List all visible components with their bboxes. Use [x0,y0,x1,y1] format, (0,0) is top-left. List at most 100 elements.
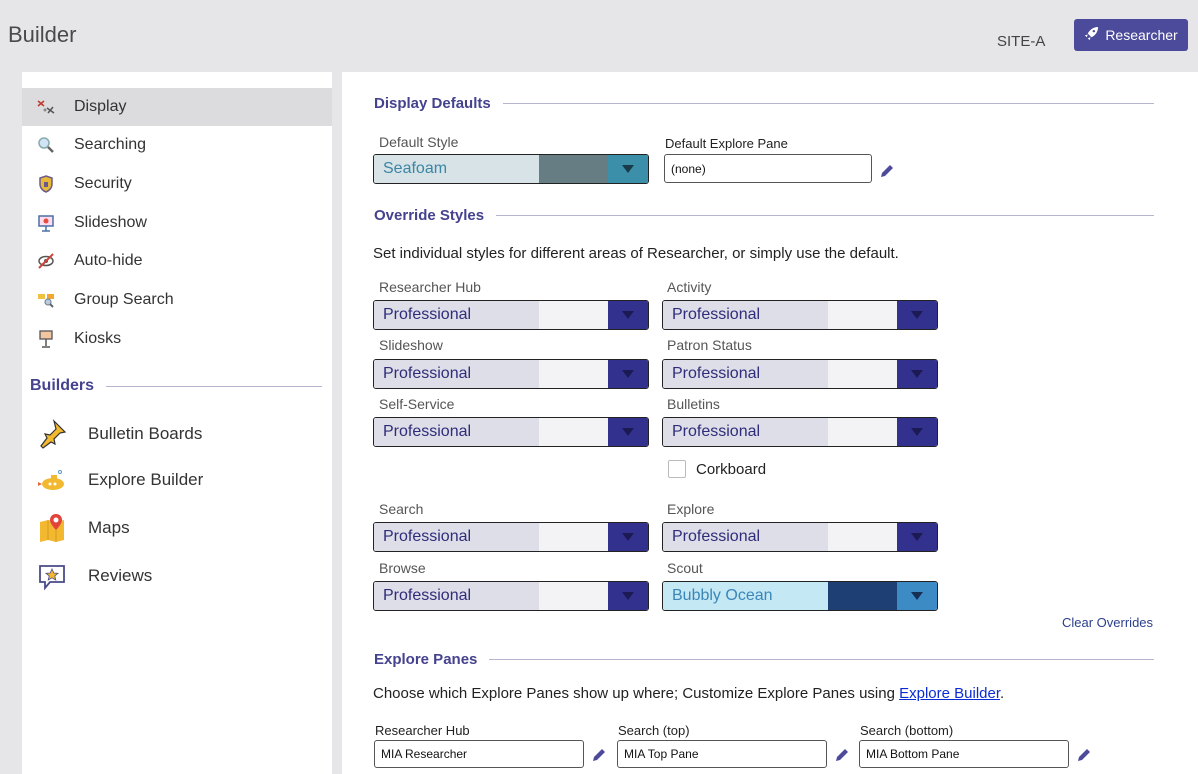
sidebar-item-label: Auto-hide [74,252,143,269]
clear-overrides-link[interactable]: Clear Overrides [1062,615,1153,630]
builders-heading: Builders [30,374,322,398]
sidebar-item-group-search[interactable]: Group Search [22,281,332,319]
sidebar-item-label: Slideshow [74,214,147,231]
pencil-icon[interactable] [833,746,851,764]
search-style-label: Search [379,501,424,517]
sidebar-item-label: Kiosks [74,330,122,347]
activity-style-select[interactable]: Professional [662,300,938,330]
search-style-select[interactable]: Professional [373,522,649,552]
style-swatch [827,360,898,388]
shield-icon [36,174,56,194]
explore-panes-description: Choose which Explore Panes show up where… [373,685,1005,702]
search-bottom-pane-label: Search (bottom) [860,723,954,738]
corkboard-label: Corkboard [696,461,767,478]
search-bottom-pane-input[interactable]: MIA Bottom Pane [859,740,1069,768]
group-search-icon [36,290,56,310]
display-defaults-heading: Display Defaults [374,93,1154,113]
sidebar-item-label: Maps [88,518,130,537]
sidebar-item-display[interactable]: Display [22,88,332,126]
map-pin-icon [36,512,68,544]
style-swatch [827,301,898,329]
browse-style-label: Browse [379,560,426,576]
explore-style-select[interactable]: Professional [662,522,938,552]
display-icon [36,97,56,117]
divider [489,658,1154,660]
sidebar-item-label: Bulletin Boards [88,424,203,443]
sidebar-item-label: Reviews [88,566,153,585]
chevron-down-icon [897,523,937,551]
bulletins-style-select[interactable]: Professional [662,417,938,447]
page-title: Builder [8,22,77,47]
explore-style-label: Explore [667,501,715,517]
activity-style-label: Activity [667,279,712,295]
chevron-down-icon [608,418,648,446]
style-swatch [538,301,609,329]
pencil-icon[interactable] [878,162,896,180]
kiosk-icon [36,329,56,349]
sidebar-item-searching[interactable]: Searching [22,126,332,164]
sidebar-item-label: Group Search [74,291,174,308]
researcher-button[interactable]: Researcher [1074,19,1188,51]
bulletins-style-label: Bulletins [667,396,720,412]
magnifier-icon [36,135,56,155]
chevron-down-icon [608,582,648,610]
override-styles-description: Set individual styles for different area… [373,245,899,262]
style-swatch [827,418,898,446]
style-swatch [538,582,609,610]
style-swatch [538,523,609,551]
presentation-icon [36,213,56,233]
chevron-down-icon [897,360,937,388]
chevron-down-icon [608,155,648,183]
explore-panes-heading: Explore Panes [374,649,1154,669]
researcher-hub-pane-input[interactable]: MIA Researcher [374,740,584,768]
search-top-pane-label: Search (top) [618,723,690,738]
search-top-pane-input[interactable]: MIA Top Pane [617,740,827,768]
browse-style-select[interactable]: Professional [373,581,649,611]
rocket-icon [1084,26,1099,44]
style-swatch [538,155,609,183]
self-service-style-select[interactable]: Professional [373,417,649,447]
scout-style-select[interactable]: Bubbly Ocean [662,581,938,611]
sidebar-item-slideshow[interactable]: Slideshow [22,204,332,242]
default-style-select[interactable]: Seafoam [373,154,649,184]
sidebar-item-label: Display [74,98,127,115]
override-styles-heading: Override Styles [374,205,1154,225]
chevron-down-icon [897,301,937,329]
sidebar-item-bulletin-boards[interactable]: Bulletin Boards [22,412,332,456]
sidebar-item-explore-builder[interactable]: Explore Builder [22,458,332,502]
explore-builder-link[interactable]: Explore Builder [899,685,1000,702]
patron-status-style-label: Patron Status [667,337,752,353]
sidebar-item-label: Security [74,175,132,192]
sidebar: Display Searching Security Slideshow Aut… [22,72,332,774]
sidebar-item-label: Searching [74,136,147,153]
style-swatch [827,582,898,610]
default-explore-pane-input[interactable]: (none) [664,154,872,183]
corkboard-checkbox[interactable] [668,460,686,478]
sidebar-item-security[interactable]: Security [22,165,332,203]
sidebar-item-auto-hide[interactable]: Auto-hide [22,242,332,280]
sidebar-item-reviews[interactable]: Reviews [22,554,332,598]
sidebar-item-kiosks[interactable]: Kiosks [22,320,332,358]
divider [106,385,322,387]
sidebar-item-maps[interactable]: Maps [22,506,332,550]
style-swatch [827,523,898,551]
slideshow-style-select[interactable]: Professional [373,359,649,389]
researcher-button-label: Researcher [1105,27,1178,43]
eye-slash-icon [36,251,56,271]
submarine-icon [36,464,68,496]
scout-style-label: Scout [667,560,703,576]
patron-status-style-select[interactable]: Professional [662,359,938,389]
pencil-icon[interactable] [1075,746,1093,764]
divider [502,102,1154,104]
chevron-down-icon [897,418,937,446]
sidebar-item-label: Explore Builder [88,470,204,489]
main-panel: Display Defaults Default Style Seafoam D… [342,72,1198,774]
star-review-icon [36,560,68,592]
app-header: Builder SITE-A Researcher [0,0,1198,68]
default-explore-pane-label: Default Explore Pane [665,136,788,151]
style-swatch [538,418,609,446]
pencil-icon[interactable] [590,746,608,764]
style-swatch [538,360,609,388]
slideshow-style-label: Slideshow [379,337,443,353]
researcher-hub-style-select[interactable]: Professional [373,300,649,330]
